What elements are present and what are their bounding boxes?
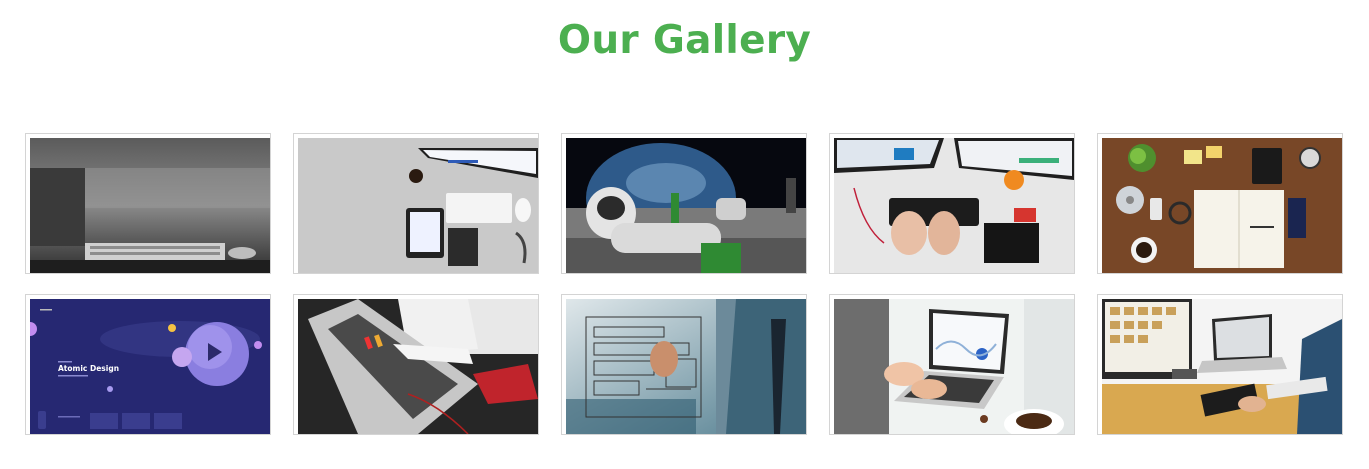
gallery-item[interactable] xyxy=(829,294,1075,435)
gallery-image-tablet-keyboard-flatlay[interactable] xyxy=(298,138,538,273)
gallery-item[interactable] xyxy=(1097,294,1343,435)
page-title: Our Gallery xyxy=(557,18,812,63)
gallery-item[interactable] xyxy=(293,294,539,435)
gallery-image-laptop-meeting-notes[interactable] xyxy=(298,299,538,434)
mockup-title: Atomic Design xyxy=(58,364,119,373)
gallery-item[interactable] xyxy=(561,133,807,274)
gallery-image-business-flatlay-wood[interactable] xyxy=(1102,138,1342,273)
gallery-image-hands-on-keyboard-desk[interactable] xyxy=(834,138,1074,273)
gallery-item[interactable] xyxy=(1097,133,1343,274)
gallery-item[interactable] xyxy=(829,133,1075,274)
gallery-image-ui-design-mockup[interactable]: Atomic Design xyxy=(30,299,270,434)
gallery-item[interactable] xyxy=(561,294,807,435)
gallery-item[interactable]: Atomic Design xyxy=(25,294,271,435)
gallery-image-designer-workspace[interactable] xyxy=(1102,299,1342,434)
gallery-item[interactable] xyxy=(25,133,271,274)
gallery-image-laptop-dark-desk[interactable] xyxy=(30,138,270,273)
gallery-image-laptop-analytics[interactable] xyxy=(834,299,1074,434)
gallery-image-wireframe-sketch[interactable] xyxy=(566,299,806,434)
gallery-item[interactable] xyxy=(293,133,539,274)
gallery-image-astronaut-on-moon[interactable] xyxy=(566,138,806,273)
